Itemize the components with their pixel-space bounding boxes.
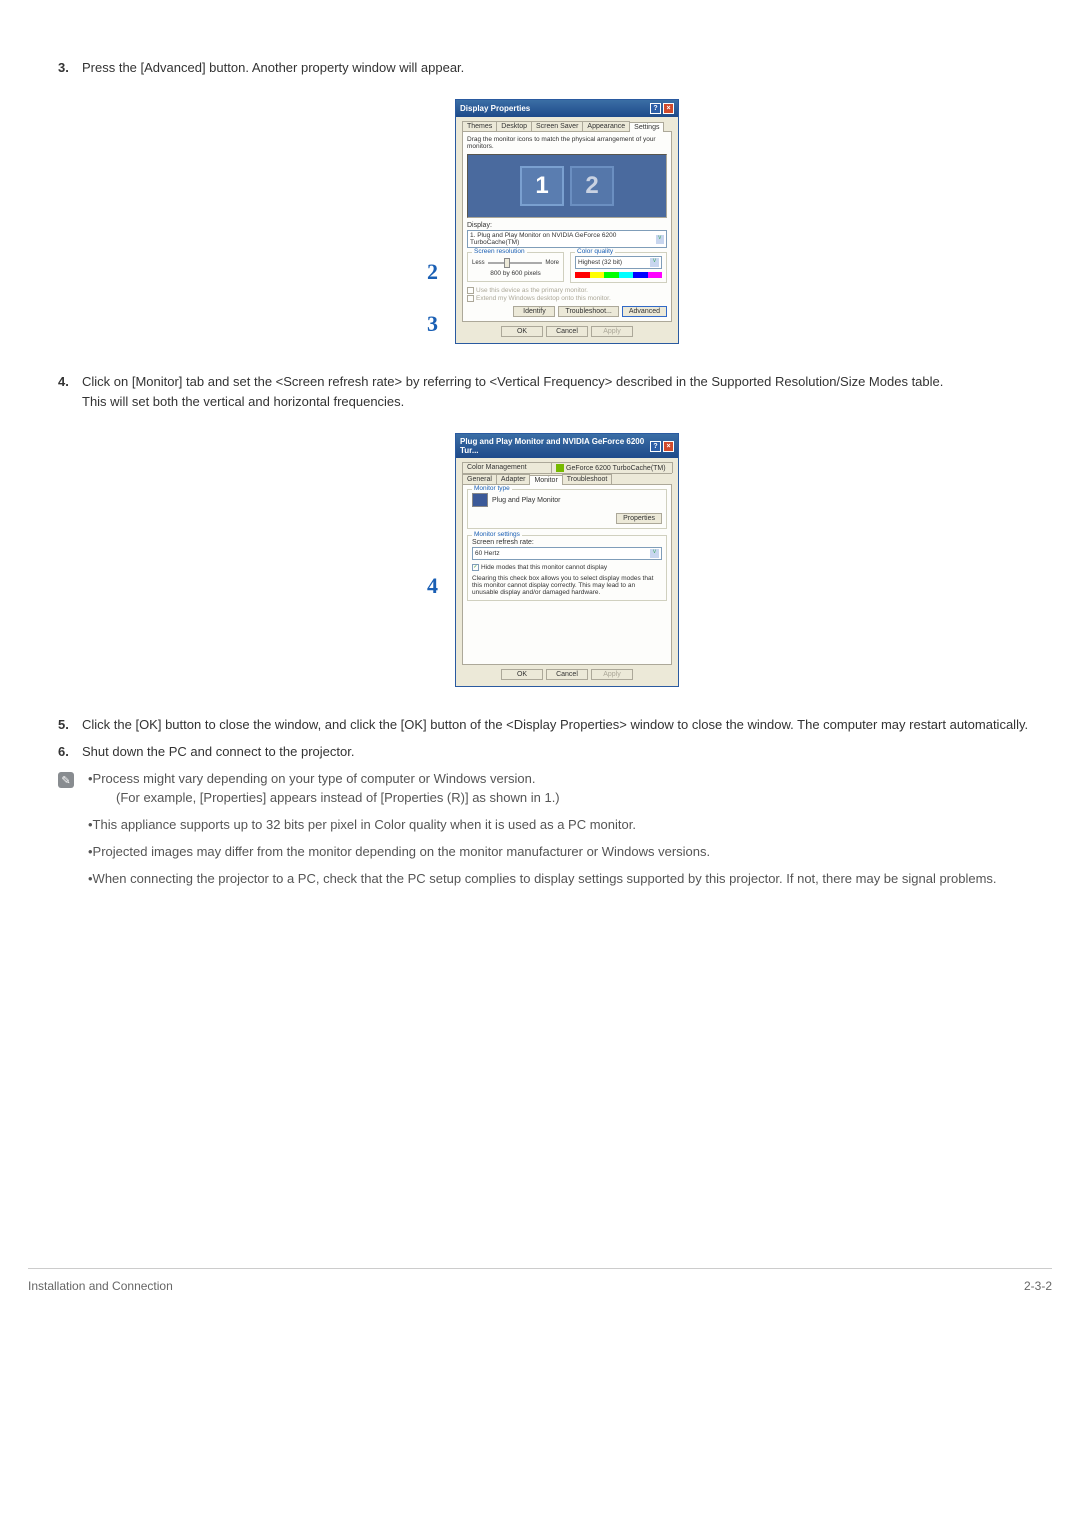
ok-button[interactable]: OK [501, 326, 543, 337]
cancel-button[interactable]: Cancel [546, 326, 588, 337]
tab-general[interactable]: General [462, 474, 497, 484]
dialog1-titlebar[interactable]: Display Properties ? × [456, 100, 678, 117]
slider-less: Less [472, 260, 485, 266]
dialog1-tabs: Themes Desktop Screen Saver Appearance S… [462, 121, 672, 132]
step-6: 6. Shut down the PC and connect to the p… [58, 744, 1052, 759]
ok-button[interactable]: OK [501, 669, 543, 680]
figure-2: 4 Plug and Play Monitor and NVIDIA GeFor… [82, 433, 1052, 687]
display-label: Display: [467, 222, 667, 229]
step-4-text: Click on [Monitor] tab and set the <Scre… [82, 374, 943, 389]
note-1-sub: (For example, [Properties] appears inste… [116, 790, 1052, 805]
step-3-text: Press the [Advanced] button. Another pro… [82, 60, 464, 75]
note-2: •This appliance supports up to 32 bits p… [88, 817, 1052, 832]
primary-monitor-checkbox: Use this device as the primary monitor. [467, 287, 667, 294]
tab-themes[interactable]: Themes [462, 121, 497, 131]
tab-adapter[interactable]: Adapter [496, 474, 531, 484]
step-6-text: Shut down the PC and connect to the proj… [82, 744, 354, 759]
quality-fieldset: Color quality Highest (32 bit) v [570, 252, 667, 283]
resolution-value: 800 by 600 pixels [472, 270, 559, 277]
tab-troubleshoot[interactable]: Troubleshoot [562, 474, 613, 484]
notes-block: ✎ •Process might vary depending on your … [58, 771, 1052, 898]
tab-appearance[interactable]: Appearance [582, 121, 630, 131]
help-button[interactable]: ? [650, 441, 661, 452]
monitor-icon [472, 493, 488, 507]
help-button[interactable]: ? [650, 103, 661, 114]
nvidia-icon [556, 464, 564, 472]
cancel-button[interactable]: Cancel [546, 669, 588, 680]
monitor-settings-fieldset: Monitor settings Screen refresh rate: 60… [467, 535, 667, 600]
figure-1: 2 3 Display Properties ? × Themes Deskto… [82, 99, 1052, 344]
troubleshoot-button[interactable]: Troubleshoot... [558, 306, 618, 317]
step-4-sub: This will set both the vertical and hori… [82, 394, 1052, 409]
dropdown-arrow-icon: v [656, 235, 664, 244]
step-4: 4. Click on [Monitor] tab and set the <S… [58, 374, 1052, 687]
step-5: 5. Click the [OK] button to close the wi… [58, 717, 1052, 732]
note-4: •When connecting the projector to a PC, … [88, 871, 997, 886]
refresh-rate-value: 60 Hertz [475, 550, 500, 557]
hide-modes-checkbox[interactable]: ✓Hide modes that this monitor cannot dis… [472, 564, 662, 571]
refresh-rate-label: Screen refresh rate: [472, 539, 662, 546]
advanced-button[interactable]: Advanced [622, 306, 667, 317]
dialog2-title: Plug and Play Monitor and NVIDIA GeForce… [460, 437, 650, 455]
drag-hint: Drag the monitor icons to match the phys… [467, 136, 667, 150]
footer-left: Installation and Connection [28, 1279, 173, 1293]
tab-settings[interactable]: Settings [629, 122, 664, 132]
slider-more: More [545, 260, 559, 266]
monitor-properties-dialog: Plug and Play Monitor and NVIDIA GeForce… [455, 433, 679, 687]
close-button[interactable]: × [663, 441, 674, 452]
tab-desktop[interactable]: Desktop [496, 121, 532, 131]
note-3: •Projected images may differ from the mo… [88, 844, 1052, 859]
tab-color-mgmt[interactable]: Color Management [462, 462, 552, 473]
tab-monitor[interactable]: Monitor [529, 475, 562, 485]
hide-modes-note: Clearing this check box allows you to se… [472, 575, 662, 596]
display-dropdown-value: 1. Plug and Play Monitor on NVIDIA GeFor… [470, 232, 656, 246]
footer-right: 2-3-2 [1024, 1279, 1052, 1293]
dropdown-arrow-icon: v [650, 258, 659, 267]
tab-geforce[interactable]: GeForce 6200 TurboCache(TM) [551, 462, 673, 473]
step-5-num: 5. [58, 717, 69, 732]
step-6-num: 6. [58, 744, 69, 759]
footer: Installation and Connection 2-3-2 [28, 1268, 1052, 1293]
color-bars [575, 272, 662, 278]
step-4-num: 4. [58, 374, 69, 389]
quality-legend: Color quality [575, 248, 615, 255]
dropdown-arrow-icon: v [650, 549, 659, 558]
resolution-fieldset: Screen resolution Less More 800 by 600 p… [467, 252, 564, 282]
display-properties-dialog: Display Properties ? × Themes Desktop Sc… [455, 99, 679, 344]
dialog2-titlebar[interactable]: Plug and Play Monitor and NVIDIA GeForce… [456, 434, 678, 458]
note-icon: ✎ [58, 772, 74, 788]
identify-button[interactable]: Identify [513, 306, 555, 317]
monitor-type-fieldset: Monitor type Plug and Play Monitor Prope… [467, 489, 667, 529]
monitor-1-icon[interactable]: 1 [520, 166, 564, 206]
note-1: •Process might vary depending on your ty… [88, 771, 535, 786]
close-button[interactable]: × [663, 103, 674, 114]
tab-screensaver[interactable]: Screen Saver [531, 121, 583, 131]
step-5-text: Click the [OK] button to close the windo… [82, 717, 1028, 732]
quality-dropdown[interactable]: Highest (32 bit) v [575, 256, 662, 269]
resolution-legend: Screen resolution [472, 248, 527, 255]
properties-button[interactable]: Properties [616, 513, 662, 524]
apply-button[interactable]: Apply [591, 669, 633, 680]
apply-button[interactable]: Apply [591, 326, 633, 337]
refresh-rate-dropdown[interactable]: 60 Hertz v [472, 547, 662, 560]
display-dropdown[interactable]: 1. Plug and Play Monitor on NVIDIA GeFor… [467, 230, 667, 248]
dialog1-title: Display Properties [460, 104, 530, 113]
monitor-2-icon[interactable]: 2 [570, 166, 614, 206]
callout-2: 2 [427, 259, 438, 285]
monitor-type-value: Plug and Play Monitor [492, 497, 560, 504]
callout-4: 4 [427, 573, 438, 599]
quality-value: Highest (32 bit) [578, 259, 622, 266]
step-3: 3. Press the [Advanced] button. Another … [58, 60, 1052, 344]
resolution-slider[interactable] [488, 262, 543, 264]
callout-3: 3 [427, 311, 438, 337]
extend-desktop-checkbox: Extend my Windows desktop onto this moni… [467, 295, 667, 302]
step-3-num: 3. [58, 60, 69, 75]
monitor-settings-legend: Monitor settings [472, 531, 522, 538]
monitor-type-legend: Monitor type [472, 485, 512, 492]
monitor-arrangement[interactable]: 1 2 [467, 154, 667, 218]
